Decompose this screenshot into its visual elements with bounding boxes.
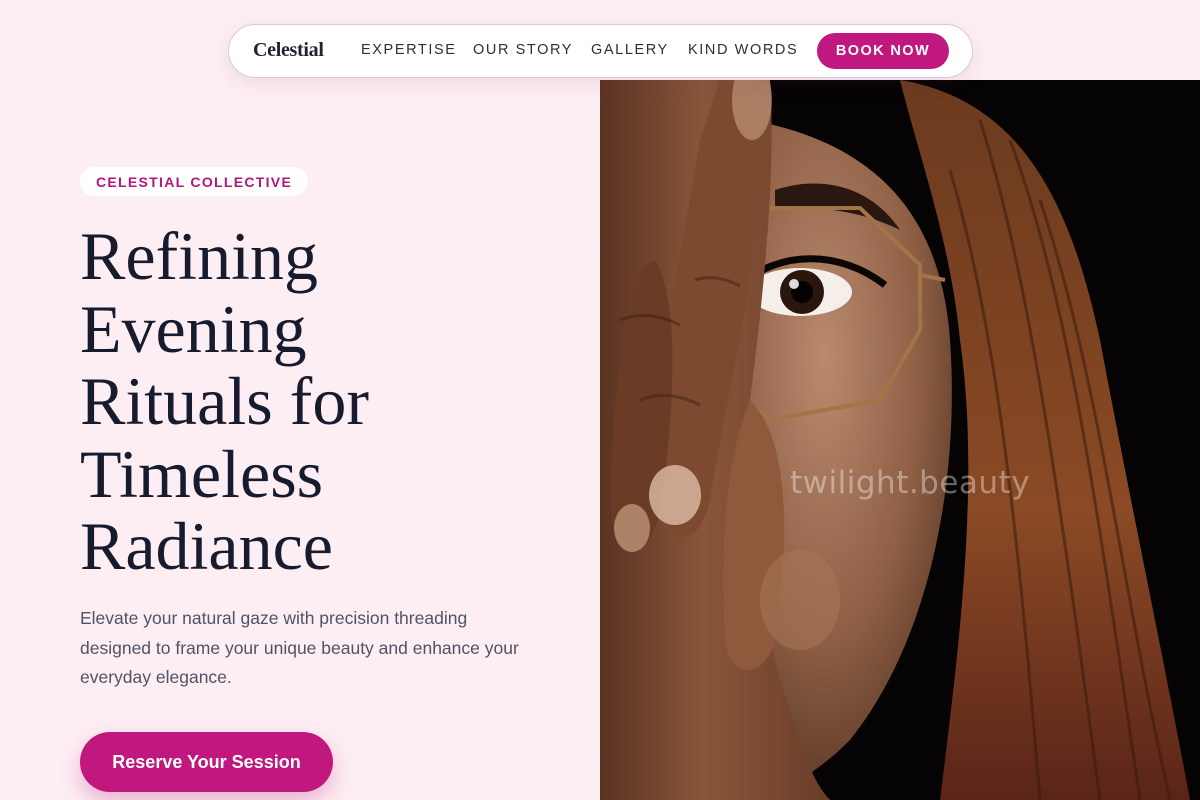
reserve-session-button[interactable]: Reserve Your Session: [80, 732, 333, 792]
top-navigation: Celestial EXPERTISE OUR STORY GALLERY KI…: [228, 24, 973, 78]
nav-link-gallery[interactable]: GALLERY: [591, 42, 669, 58]
headline-line: Refining: [80, 218, 318, 294]
nav-link-expertise[interactable]: EXPERTISE: [361, 42, 457, 58]
brand-logo[interactable]: Celestial: [253, 39, 324, 62]
photo-watermark: twilight.beauty: [790, 465, 1031, 501]
hero-description: Elevate your natural gaze with precision…: [80, 608, 519, 687]
nav-link-kind-words[interactable]: KIND WORDS: [688, 42, 798, 58]
headline-line: Rituals for: [80, 363, 369, 439]
headline-line: Evening: [80, 290, 307, 367]
collective-badge: CELESTIAL COLLECTIVE: [80, 167, 309, 196]
book-now-button[interactable]: BOOK NOW: [817, 33, 949, 69]
headline-line: Timeless: [80, 435, 324, 512]
hero-headline: Refining Evening Rituals for Timeless Ra…: [80, 220, 550, 583]
portrait-illustration: [600, 80, 1200, 800]
nav-link-our-story[interactable]: OUR STORY: [473, 42, 573, 58]
headline-line: Radiance: [80, 508, 333, 584]
hero-portrait-photo: twilight.beauty: [600, 80, 1200, 800]
